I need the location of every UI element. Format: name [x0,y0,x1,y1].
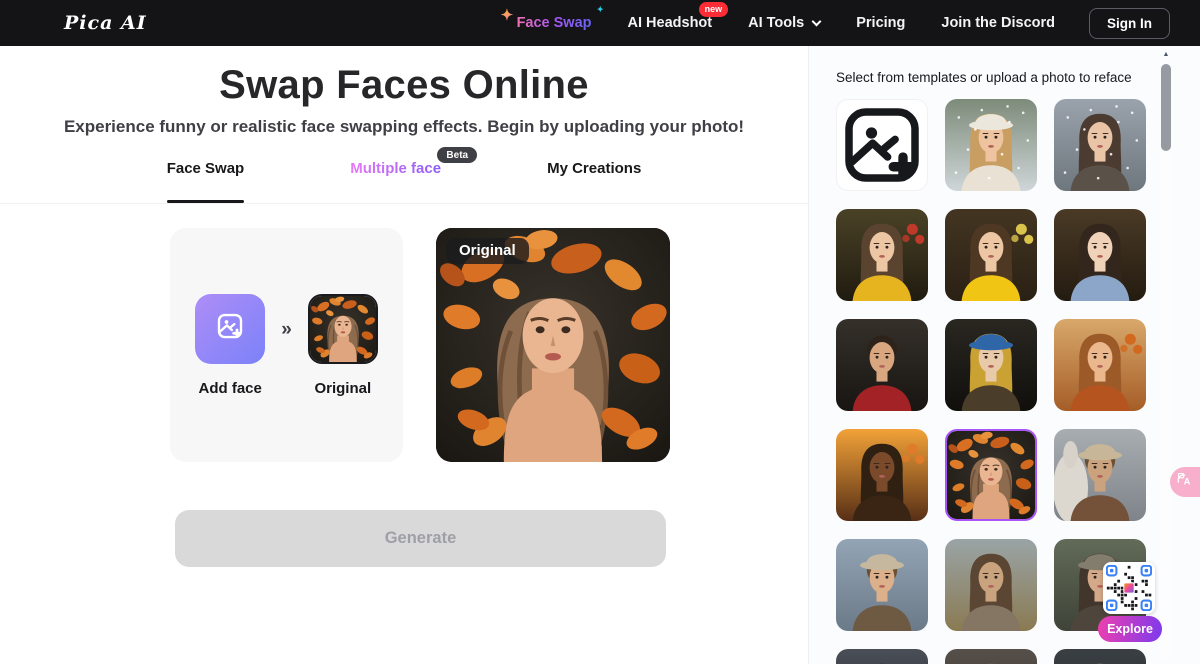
template-sidebar: Select from templates or upload a photo … [808,46,1200,664]
original-thumbnail[interactable] [308,294,378,364]
nav-item-face-swap[interactable]: Face Swap✦✦ [517,15,592,31]
template-yellow-gown-library[interactable] [836,209,928,301]
scrollbar-track[interactable] [1161,61,1171,661]
add-face-button[interactable] [195,294,265,364]
app-root: Pica AI Face Swap✦✦AI HeadshotnewAI Tool… [0,0,1200,664]
scrollbar-up-arrow[interactable]: ▲ [1160,51,1172,58]
template-dark-portrait-3[interactable] [1054,649,1146,664]
template-snow-brunette[interactable] [1054,99,1146,191]
template-cowboy-with-horse[interactable] [1054,429,1146,521]
generate-button[interactable]: Generate [175,510,666,567]
qr-code[interactable] [1103,562,1155,614]
swap-direction-icon: » [281,319,292,341]
nav-item-ai-headshot[interactable]: AI Headshotnew [628,15,713,31]
tab-face-swap[interactable]: Face Swap [167,160,245,184]
main-content: Swap Faces Online Experience funny or re… [0,46,808,664]
template-autumn-leaves-art[interactable] [945,429,1037,521]
template-autumn-crown-woman[interactable] [1054,319,1146,411]
template-dark-portrait-2[interactable] [945,649,1037,664]
nav-menu: Face Swap✦✦ AI Headshotnew AI Tools Pricing… [517,15,1055,31]
translate-widget[interactable]: A [1170,467,1200,497]
template-pearl-earring-girl[interactable] [945,319,1037,411]
add-face-label: Add face [199,380,262,397]
tab-my-creations[interactable]: My Creations [547,160,641,184]
explore-button[interactable]: Explore [1098,616,1162,642]
sparkle-mini-icon: ✦ [597,5,604,14]
image-plus-icon [215,311,245,346]
qr-pattern [1106,565,1152,611]
page-title: Swap Faces Online [0,63,808,108]
original-badge: Original [446,238,529,264]
original-thumb-label: Original [314,380,371,397]
template-yellow-dress-roses[interactable] [945,209,1037,301]
template-dark-portrait-1[interactable] [836,649,928,664]
template-fiery-autumn-woman[interactable] [836,429,928,521]
sparkle-icon: ✦ [501,6,514,24]
template-grid [836,99,1146,664]
template-blue-gown-duchess[interactable] [1054,209,1146,301]
preview-image: Original [436,228,670,462]
template-red-suit-man[interactable] [836,319,928,411]
page-subtitle: Experience funny or realistic face swapp… [0,117,808,137]
nav-item-ai-tools[interactable]: AI Tools [748,15,820,31]
template-winter-hat-girl[interactable] [945,99,1037,191]
beta-badge: Beta [437,147,477,163]
nav-item-join-discord[interactable]: Join the Discord [941,15,1055,31]
template-young-cowboy[interactable] [836,539,928,631]
new-badge: new [699,2,729,17]
sidebar-header: Select from templates or upload a photo … [836,70,1132,85]
top-nav: Pica AI Face Swap✦✦ AI Headshotnew AI Tool… [0,0,1200,46]
pica-ai-logo[interactable]: Pica AI [64,12,147,34]
image-plus-icon [837,100,927,190]
chevron-down-icon [812,16,822,26]
nav-item-pricing[interactable]: Pricing [856,15,905,31]
upload-card: Add face » Original [170,228,403,462]
scrollbar-thumb[interactable] [1161,64,1171,151]
tab-multiple-face[interactable]: Multiple faceBeta [350,160,441,184]
sign-in-button[interactable]: Sign In [1089,8,1170,39]
tab-divider [0,203,808,204]
svg-text:A: A [1183,477,1190,487]
tab-bar: Face Swap Multiple faceBeta My Creations [0,160,808,184]
template-field-woman-coat[interactable] [945,539,1037,631]
template-upload-photo[interactable] [836,99,928,191]
translate-icon: A [1176,471,1193,493]
